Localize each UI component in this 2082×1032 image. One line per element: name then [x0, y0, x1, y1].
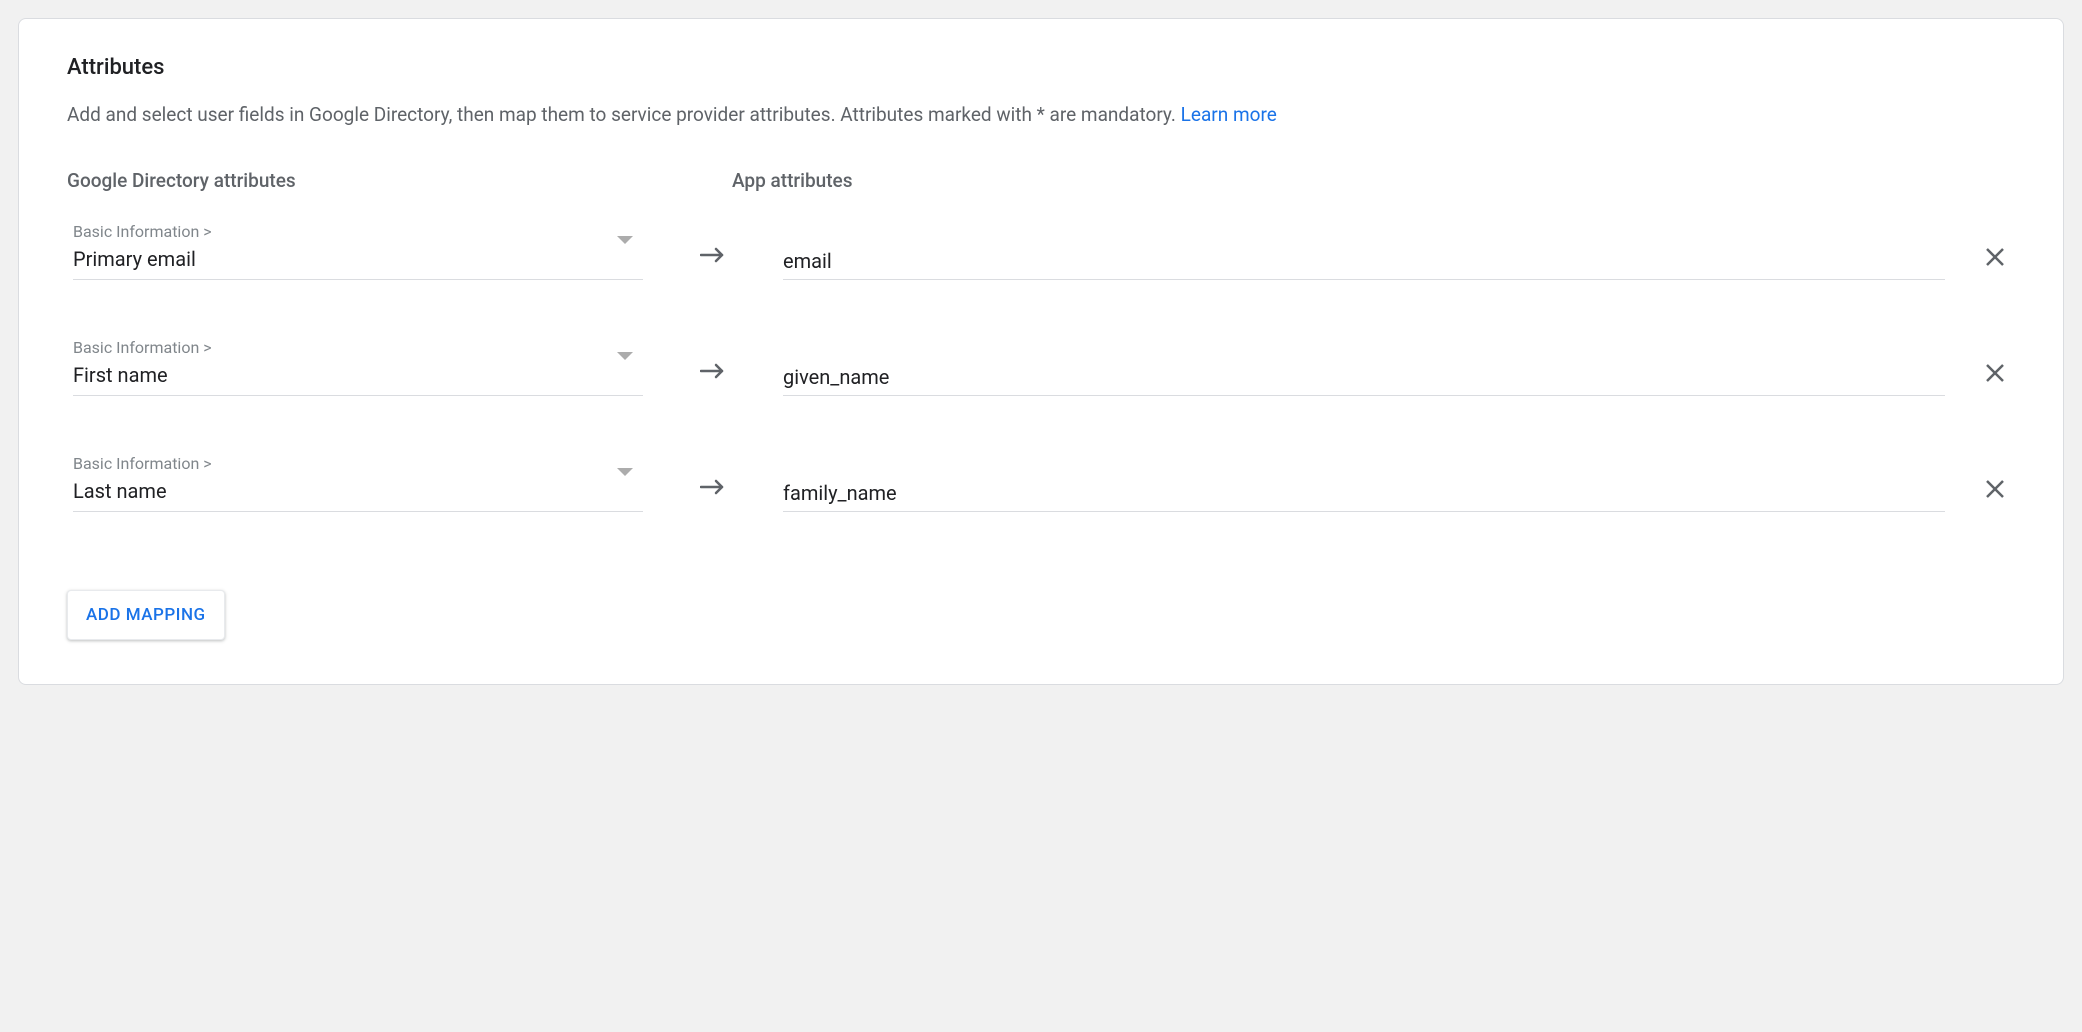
app-attribute-value: family_name — [783, 481, 897, 505]
arrow-right-icon — [673, 478, 753, 512]
app-attribute-value: email — [783, 249, 832, 273]
google-attribute-value: Primary email — [73, 247, 643, 271]
columns-header: Google Directory attributes App attribut… — [67, 169, 2015, 192]
google-attribute-select[interactable]: Basic Information > Primary email — [73, 222, 643, 280]
close-icon — [1984, 246, 2006, 268]
chevron-down-icon — [617, 236, 633, 244]
app-attribute-input[interactable]: email — [783, 249, 1945, 280]
app-attribute-input[interactable]: given_name — [783, 365, 1945, 396]
remove-mapping-button[interactable] — [1975, 362, 2015, 396]
section-description: Add and select user fields in Google Dir… — [67, 102, 2015, 129]
google-attribute-category: Basic Information > — [73, 454, 643, 473]
google-attribute-category: Basic Information > — [73, 338, 643, 357]
remove-mapping-button[interactable] — [1975, 246, 2015, 280]
google-attribute-select[interactable]: Basic Information > Last name — [73, 454, 643, 512]
arrow-right-icon — [673, 362, 753, 396]
add-mapping-button[interactable]: ADD MAPPING — [67, 590, 225, 640]
section-description-text: Add and select user fields in Google Dir… — [67, 103, 1181, 126]
attributes-card: Attributes Add and select user fields in… — [18, 18, 2064, 685]
remove-mapping-button[interactable] — [1975, 478, 2015, 512]
mapping-rows: Basic Information > Primary email email … — [67, 222, 2015, 512]
app-attribute-input[interactable]: family_name — [783, 481, 1945, 512]
close-icon — [1984, 478, 2006, 500]
chevron-down-icon — [617, 352, 633, 360]
mapping-row: Basic Information > Last name family_nam… — [73, 454, 2015, 512]
mapping-row: Basic Information > First name given_nam… — [73, 338, 2015, 396]
google-attribute-value: First name — [73, 363, 643, 387]
close-icon — [1984, 362, 2006, 384]
google-attribute-select[interactable]: Basic Information > First name — [73, 338, 643, 396]
arrow-right-icon — [673, 246, 753, 280]
mapping-row: Basic Information > Primary email email — [73, 222, 2015, 280]
learn-more-link[interactable]: Learn more — [1181, 103, 1277, 126]
google-column-header: Google Directory attributes — [67, 169, 642, 192]
google-attribute-value: Last name — [73, 479, 643, 503]
app-column-header: App attributes — [732, 169, 2015, 192]
section-title: Attributes — [67, 55, 2015, 80]
app-attribute-value: given_name — [783, 365, 889, 389]
google-attribute-category: Basic Information > — [73, 222, 643, 241]
chevron-down-icon — [617, 468, 633, 476]
